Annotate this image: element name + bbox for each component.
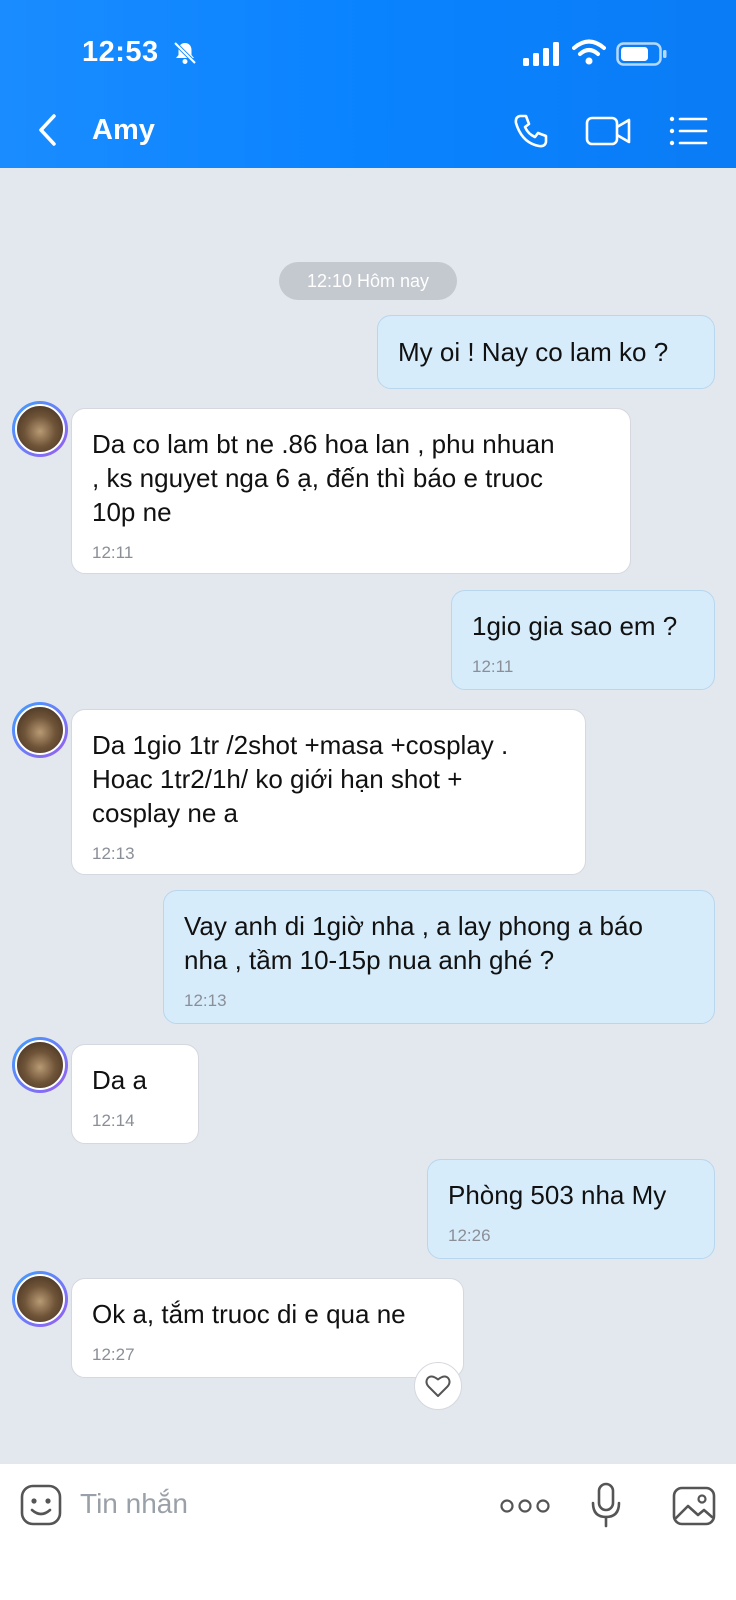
message-time: 12:14 <box>92 1111 135 1130</box>
cellular-signal-icon <box>523 42 559 66</box>
battery-icon <box>616 42 667 66</box>
message-text: Da 1gio 1tr /2shot +masa +cosplay . Hoac… <box>92 730 509 828</box>
message-time: 12:26 <box>448 1226 491 1245</box>
message-incoming[interactable]: Da 1gio 1tr /2shot +masa +cosplay . Hoac… <box>71 709 586 875</box>
message-outgoing[interactable]: My oi ! Nay co lam ko ? <box>377 315 715 389</box>
heart-icon <box>425 1375 451 1397</box>
chat-header: 12:53 Amy <box>0 0 736 168</box>
message-time: 12:13 <box>92 844 135 863</box>
avatar[interactable] <box>12 1271 68 1327</box>
message-text: Ok a, tắm truoc di e qua ne <box>92 1299 406 1329</box>
message-incoming[interactable]: Da co lam bt ne .86 hoa lan , phu nhuan … <box>71 408 631 574</box>
back-chevron-icon[interactable] <box>34 112 62 148</box>
image-icon[interactable] <box>672 1486 716 1526</box>
heart-react-button[interactable] <box>414 1362 462 1410</box>
message-outgoing[interactable]: Vay anh di 1giờ nha , a lay phong a báo … <box>163 890 715 1024</box>
date-separator: 12:10 Hôm nay <box>279 262 457 300</box>
bell-muted-icon <box>173 41 197 65</box>
sticker-icon[interactable] <box>20 1484 62 1526</box>
message-time: 12:27 <box>92 1345 135 1364</box>
message-incoming[interactable]: Da a 12:14 <box>71 1044 199 1144</box>
list-menu-icon[interactable] <box>668 114 708 148</box>
message-text: Vay anh di 1giờ nha , a lay phong a báo … <box>184 911 643 975</box>
message-time: 12:11 <box>92 543 134 562</box>
message-text: 1gio gia sao em ? <box>472 611 678 641</box>
contact-name[interactable]: Amy <box>92 114 155 147</box>
message-outgoing[interactable]: 1gio gia sao em ? 12:11 <box>451 590 715 690</box>
wifi-icon <box>572 39 606 65</box>
message-input[interactable]: Tin nhắn <box>80 1488 188 1520</box>
composer-bar: Tin nhắn <box>0 1464 736 1600</box>
more-dots-icon[interactable] <box>500 1496 550 1516</box>
message-text: My oi ! Nay co lam ko ? <box>398 337 669 367</box>
message-text: Phòng 503 nha My <box>448 1180 667 1210</box>
message-text: Da co lam bt ne .86 hoa lan , phu nhuan … <box>92 429 555 527</box>
message-text: Da a <box>92 1065 147 1095</box>
message-incoming[interactable]: Ok a, tắm truoc di e qua ne 12:27 <box>71 1278 464 1378</box>
message-outgoing[interactable]: Phòng 503 nha My 12:26 <box>427 1159 715 1259</box>
avatar[interactable] <box>12 1037 68 1093</box>
status-time: 12:53 <box>82 36 159 68</box>
video-camera-icon[interactable] <box>585 114 631 148</box>
microphone-icon[interactable] <box>590 1482 622 1528</box>
avatar[interactable] <box>12 401 68 457</box>
message-time: 12:11 <box>472 657 514 676</box>
avatar[interactable] <box>12 702 68 758</box>
phone-icon[interactable] <box>512 112 550 150</box>
message-time: 12:13 <box>184 991 227 1010</box>
